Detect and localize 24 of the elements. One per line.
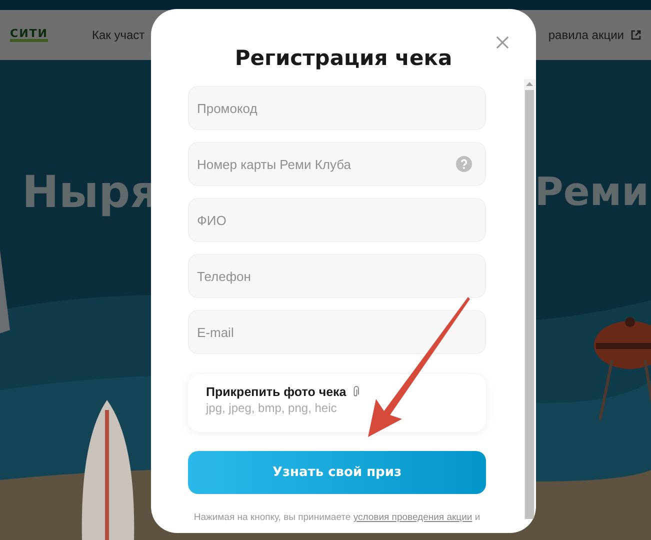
external-link-icon[interactable] — [631, 30, 641, 40]
input-field[interactable]: Телефон — [188, 254, 486, 298]
nav-link[interactable]: равила акции — [548, 28, 624, 42]
input-field[interactable]: ФИО — [188, 198, 486, 242]
scrollbar[interactable] — [524, 79, 535, 519]
nav-link[interactable]: Как участ — [92, 28, 145, 42]
paperclip-icon — [352, 386, 360, 398]
upload-card[interactable]: Прикрепить фото чека jpg, jpeg, bmp, png, heic — [188, 374, 486, 432]
dialog-title: Регистрация чека — [234, 45, 452, 71]
logo[interactable]: СИТИ — [10, 28, 48, 42]
upload-label: Прикрепить фото чека — [206, 385, 346, 399]
close-icon[interactable] — [496, 36, 509, 49]
consent-text: Нажимая на кнопку, вы принимаете условия проведения акции и — [192, 512, 482, 523]
input-field[interactable]: E-mail — [188, 310, 486, 354]
help-icon[interactable] — [456, 156, 472, 172]
headline-text: Реми — [534, 169, 649, 217]
file-types-hint: jpg, jpeg, bmp, png, heic — [206, 401, 338, 415]
submit-button[interactable]: Узнать свой приз — [188, 451, 486, 494]
input-field[interactable]: Промокод — [188, 86, 486, 130]
headline-text: Ныря — [22, 168, 158, 218]
input-field[interactable]: Номер карты Реми Клуба — [188, 142, 486, 186]
terms-link[interactable]: условия проведения акции — [353, 512, 472, 523]
scrollbar-thumb[interactable] — [525, 90, 534, 519]
scroll-up-icon[interactable] — [526, 82, 533, 86]
